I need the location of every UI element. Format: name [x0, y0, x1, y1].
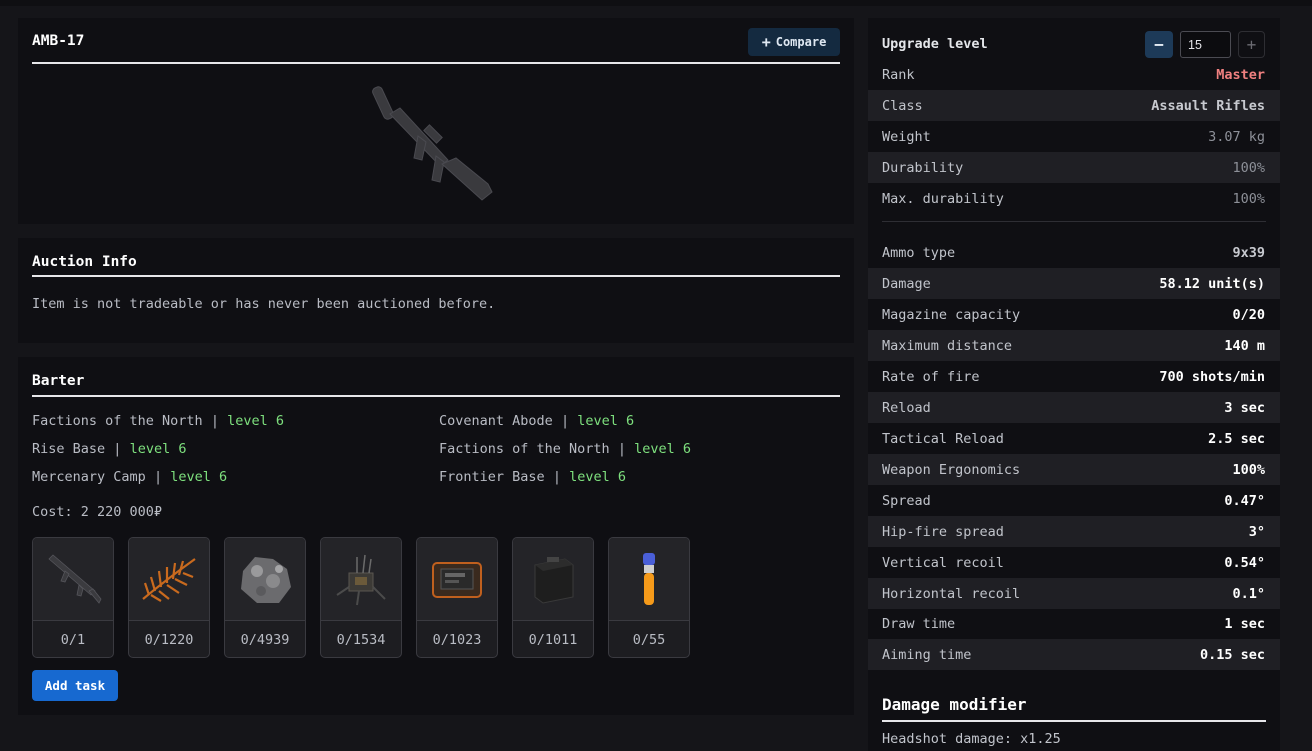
material-slot[interactable]: 0/1011 [512, 537, 594, 658]
headshot-damage: Headshot damage: x1.25 [882, 731, 1061, 747]
stat-row: Magazine capacity 0/20 [882, 306, 1265, 323]
stat-row: Horizontal recoil 0.1° [868, 578, 1280, 609]
stat-row-max-durability: Max. durability 100% [882, 190, 1265, 207]
material-count: 0/1220 [129, 620, 209, 657]
auction-panel: Auction Info Item is not tradeable or ha… [18, 238, 854, 343]
stats-divider [882, 221, 1266, 222]
add-task-button[interactable]: Add task [32, 670, 118, 701]
top-bar [0, 0, 1312, 6]
ore-rock-icon [225, 538, 305, 620]
material-count: 0/55 [609, 620, 689, 657]
barter-location: Factions of the North | level 6 [32, 413, 285, 429]
rifle-icon [33, 538, 113, 620]
vial-icon [609, 538, 689, 620]
material-slot[interactable]: 0/4939 [224, 537, 306, 658]
plus-icon: + [761, 32, 771, 51]
stat-row: Maximum distance 140 m [868, 330, 1280, 361]
auction-underline [32, 275, 840, 277]
barter-location: Rise Base | level 6 [32, 441, 187, 457]
compare-button[interactable]: + Compare [748, 28, 840, 56]
barter-title: Barter [32, 373, 85, 389]
auction-text: Item is not tradeable or has never been … [32, 296, 496, 312]
weapon-image [372, 86, 493, 201]
stat-row: Damage 58.12 unit(s) [868, 268, 1280, 299]
material-slot[interactable]: 0/1 [32, 537, 114, 658]
stat-row: Reload 3 sec [868, 392, 1280, 423]
stat-row: Hip-fire spread 3° [868, 516, 1280, 547]
material-count: 0/4939 [225, 620, 305, 657]
title-underline [32, 62, 840, 64]
upgrade-level-label: Upgrade level [882, 36, 988, 52]
material-slot[interactable]: 0/1220 [128, 537, 210, 658]
stat-row: Weapon Ergonomics 100% [868, 454, 1280, 485]
orange-fern-icon [129, 538, 209, 620]
barter-location: Mercenary Camp | level 6 [32, 469, 228, 485]
stat-row: Rate of fire 700 shots/min [882, 368, 1265, 385]
stats-panel: Upgrade level − + Rank Master Class Assa… [868, 18, 1280, 751]
material-count: 0/1011 [513, 620, 593, 657]
stat-row: Spread 0.47° [882, 492, 1265, 509]
damage-modifier-underline [882, 720, 1266, 722]
rank-value: Master [1216, 66, 1265, 83]
stat-row-rank: Rank Master [882, 66, 1265, 83]
upgrade-decrease-button[interactable]: − [1145, 31, 1173, 58]
barter-location: Frontier Base | level 6 [439, 469, 626, 485]
barter-location: Covenant Abode | level 6 [439, 413, 635, 429]
stat-row-class: Class Assault Rifles [868, 90, 1280, 121]
damage-modifier-title: Damage modifier [882, 695, 1027, 714]
stat-row: Tactical Reload 2.5 sec [882, 430, 1265, 447]
ammo-box-icon [513, 538, 593, 620]
material-slot[interactable]: 0/1023 [416, 537, 498, 658]
barter-cost: Cost: 2 220 000₽ [32, 504, 163, 520]
stat-row-weight: Weight 3.07 kg [882, 128, 1265, 145]
material-count: 0/1534 [321, 620, 401, 657]
upgrade-level-input[interactable] [1180, 31, 1231, 58]
material-count: 0/1 [33, 620, 113, 657]
barter-underline [32, 395, 840, 397]
item-panel: AMB-17 + Compare [18, 18, 854, 224]
upgrade-increase-button[interactable]: + [1238, 31, 1265, 58]
device-parts-icon [321, 538, 401, 620]
stat-row: Vertical recoil 0.54° [882, 554, 1265, 571]
auction-title: Auction Info [32, 254, 137, 270]
barter-location: Factions of the North | level 6 [439, 441, 692, 457]
stat-row: Aiming time 0.15 sec [868, 639, 1280, 670]
stat-row-durability: Durability 100% [868, 152, 1280, 183]
material-slot[interactable]: 0/55 [608, 537, 690, 658]
material-count: 0/1023 [417, 620, 497, 657]
tablet-device-icon [417, 538, 497, 620]
stat-row: Draw time 1 sec [882, 615, 1265, 632]
compare-label: Compare [775, 35, 827, 49]
stat-row: Ammo type 9x39 [882, 244, 1265, 261]
material-slot[interactable]: 0/1534 [320, 537, 402, 658]
item-title: AMB-17 [32, 33, 85, 49]
barter-panel: Barter Factions of the North | level 6 C… [18, 357, 854, 715]
